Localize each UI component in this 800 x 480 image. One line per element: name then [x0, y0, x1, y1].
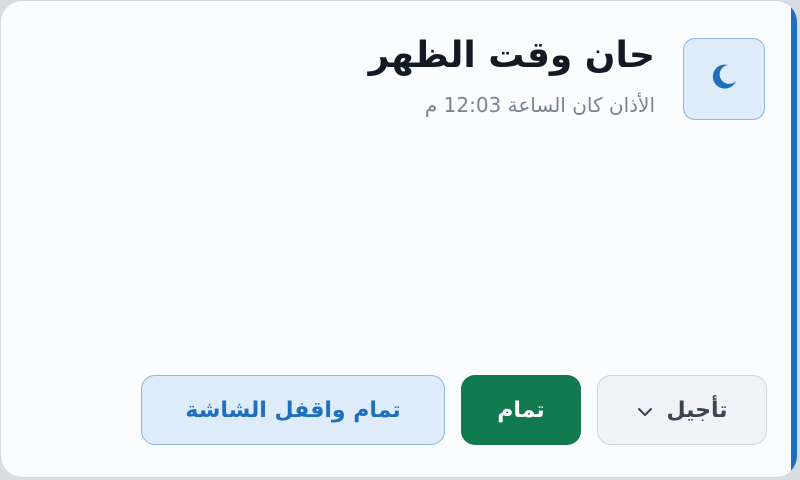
done-button-label: تمام	[497, 397, 545, 423]
moon-icon	[709, 62, 739, 96]
chevron-down-icon	[637, 398, 653, 423]
snooze-button-label: تأجيل	[666, 397, 728, 423]
done-and-lock-button-label: تمام واقفل الشاشة	[185, 397, 401, 423]
done-button[interactable]: تمام	[461, 375, 581, 445]
alert-title: حان وقت الظهر	[368, 35, 655, 76]
alert-icon-box	[683, 38, 765, 120]
prayer-alert-card: حان وقت الظهر الأذان كان الساعة 12:03 م …	[0, 0, 798, 478]
done-and-lock-button[interactable]: تمام واقفل الشاشة	[141, 375, 445, 445]
alert-subtitle: الأذان كان الساعة 12:03 م	[424, 93, 655, 117]
accent-bar	[791, 1, 797, 477]
snooze-button[interactable]: تأجيل	[597, 375, 767, 445]
